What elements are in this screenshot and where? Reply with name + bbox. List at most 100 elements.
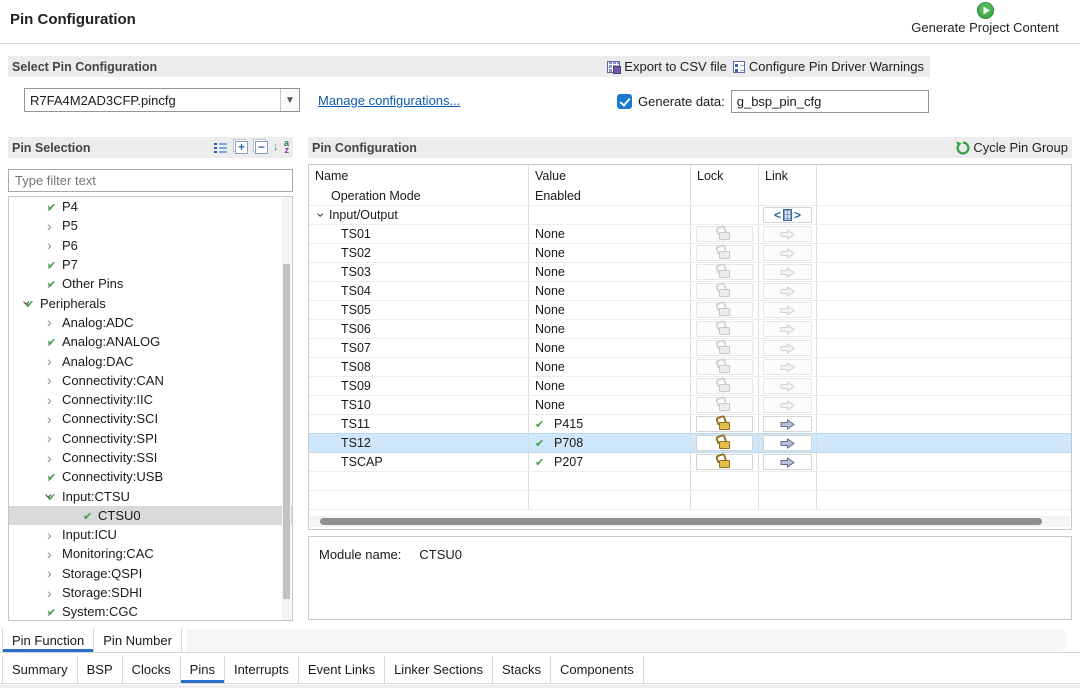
link-button[interactable] — [763, 378, 811, 394]
generate-project-content-button[interactable]: Generate Project Content — [892, 2, 1078, 42]
link-button[interactable] — [763, 435, 811, 451]
table-row[interactable]: TSCAP P207 — [309, 453, 1071, 472]
table-row[interactable]: TS02 None — [309, 244, 1071, 263]
tree-item-connectivity-ssi[interactable]: Connectivity:SSI — [9, 448, 292, 467]
tab-bsp[interactable]: BSP — [78, 656, 123, 683]
tree-item-analog-dac[interactable]: Analog:DAC — [9, 351, 292, 370]
column-header-value[interactable]: Value — [529, 165, 691, 187]
tree-item-p6[interactable]: P6 — [9, 236, 292, 255]
tab-stacks[interactable]: Stacks — [493, 656, 551, 683]
table-row-selected[interactable]: TS12 P708 — [309, 433, 1071, 453]
sort-az-icon[interactable]: az — [275, 141, 289, 154]
chevron-down-icon[interactable]: ▼ — [280, 89, 299, 111]
link-button[interactable] — [763, 264, 811, 280]
pin-configuration-select[interactable]: R7FA4M2AD3CFP.pincfg ▼ — [24, 88, 300, 112]
tree-item-system-cgc[interactable]: System:CGC — [9, 602, 292, 621]
lock-button[interactable] — [696, 416, 753, 432]
link-button[interactable] — [763, 245, 811, 261]
tree-scrollbar[interactable] — [282, 198, 291, 621]
table-row[interactable]: TS08 None — [309, 358, 1071, 377]
link-button[interactable] — [763, 302, 811, 318]
lock-button[interactable] — [696, 321, 753, 337]
tab-pin-number[interactable]: Pin Number — [94, 628, 182, 652]
link-button[interactable] — [763, 226, 811, 242]
table-row[interactable]: TS05 None — [309, 301, 1071, 320]
tree-item-p4[interactable]: P4 — [9, 197, 292, 216]
tree-item-input-ctsu[interactable]: Input:CTSU — [9, 486, 292, 505]
lock-button[interactable] — [696, 397, 753, 413]
tree-item-connectivity-iic[interactable]: Connectivity:IIC — [9, 390, 292, 409]
list-filter-icon[interactable] — [214, 141, 228, 154]
generate-data-checkbox[interactable] — [617, 94, 632, 109]
tree-item-connectivity-can[interactable]: Connectivity:CAN — [9, 371, 292, 390]
table-row[interactable]: TS09 None — [309, 377, 1071, 396]
tree-item-storage-sdhi[interactable]: Storage:SDHI — [9, 583, 292, 602]
lock-button[interactable] — [696, 378, 753, 394]
generate-data-input[interactable] — [731, 90, 929, 113]
chevron-down-icon[interactable] — [313, 207, 329, 223]
lock-button[interactable] — [696, 340, 753, 356]
tree-item-analog-analog[interactable]: Analog:ANALOG — [9, 332, 292, 351]
tree-item-peripherals[interactable]: Peripherals — [9, 293, 292, 312]
table-horizontal-scrollbar[interactable] — [310, 516, 1070, 527]
lock-button[interactable] — [696, 226, 753, 242]
expand-all-icon[interactable] — [235, 141, 248, 154]
table-row[interactable]: TS03 None — [309, 263, 1071, 282]
export-csv-button[interactable]: Export to CSV file — [607, 59, 727, 74]
column-header-name[interactable]: Name — [309, 165, 529, 187]
io-link-button[interactable]: <> — [763, 207, 811, 223]
table-row[interactable]: TS06 None — [309, 320, 1071, 339]
tree-item-other-pins[interactable]: Other Pins — [9, 274, 292, 293]
filter-input[interactable] — [8, 169, 293, 192]
tree-item-connectivity-spi[interactable]: Connectivity:SPI — [9, 429, 292, 448]
table-row[interactable]: TS07 None — [309, 339, 1071, 358]
link-button[interactable] — [763, 454, 811, 470]
tree-item-p7[interactable]: P7 — [9, 255, 292, 274]
tab-event-links[interactable]: Event Links — [299, 656, 385, 683]
tree-scrollbar-thumb[interactable] — [283, 264, 290, 599]
column-header-link[interactable]: Link — [759, 165, 817, 187]
lock-button[interactable] — [696, 245, 753, 261]
tree-item-p5[interactable]: P5 — [9, 216, 292, 235]
link-button[interactable] — [763, 397, 811, 413]
checkmark-icon — [47, 604, 62, 619]
lock-button[interactable] — [696, 302, 753, 318]
checkmark-icon — [47, 469, 62, 484]
tree-item-connectivity-usb[interactable]: Connectivity:USB — [9, 467, 292, 486]
table-scrollbar-thumb[interactable] — [320, 518, 1042, 525]
tab-interrupts[interactable]: Interrupts — [225, 656, 299, 683]
tree-item-analog-adc[interactable]: Analog:ADC — [9, 313, 292, 332]
tree-item-monitoring-cac[interactable]: Monitoring:CAC — [9, 544, 292, 563]
collapse-all-icon[interactable] — [255, 141, 268, 154]
link-button[interactable] — [763, 321, 811, 337]
tab-components[interactable]: Components — [551, 656, 644, 683]
link-button[interactable] — [763, 359, 811, 375]
lock-button[interactable] — [696, 283, 753, 299]
tab-linker-sections[interactable]: Linker Sections — [385, 656, 493, 683]
lock-button[interactable] — [696, 359, 753, 375]
tab-summary[interactable]: Summary — [2, 656, 78, 683]
lock-button[interactable] — [696, 435, 753, 451]
tree-item-connectivity-sci[interactable]: Connectivity:SCI — [9, 409, 292, 428]
tab-pin-function[interactable]: Pin Function — [2, 628, 94, 652]
tab-pins[interactable]: Pins — [181, 656, 225, 683]
table-row[interactable]: Input/Output <> — [309, 206, 1071, 225]
tab-clocks[interactable]: Clocks — [123, 656, 181, 683]
link-button[interactable] — [763, 416, 811, 432]
tree-item-ctsu0[interactable]: CTSU0 — [9, 506, 292, 525]
lock-button[interactable] — [696, 264, 753, 280]
table-row[interactable]: TS01 None — [309, 225, 1071, 244]
link-button[interactable] — [763, 283, 811, 299]
column-header-lock[interactable]: Lock — [691, 165, 759, 187]
table-row[interactable]: TS10 None — [309, 396, 1071, 415]
lock-button[interactable] — [696, 454, 753, 470]
table-row[interactable]: TS04 None — [309, 282, 1071, 301]
tree-item-input-icu[interactable]: Input:ICU — [9, 525, 292, 544]
configure-pin-driver-warnings-button[interactable]: Configure Pin Driver Warnings — [733, 59, 924, 74]
manage-configurations-link[interactable]: Manage configurations... — [318, 93, 460, 108]
tree-item-storage-qspi[interactable]: Storage:QSPI — [9, 564, 292, 583]
table-row[interactable]: TS11 P415 — [309, 415, 1071, 434]
table-row[interactable]: Operation Mode Enabled — [309, 187, 1071, 206]
cycle-pin-group-button[interactable]: Cycle Pin Group — [956, 140, 1068, 155]
link-button[interactable] — [763, 340, 811, 356]
